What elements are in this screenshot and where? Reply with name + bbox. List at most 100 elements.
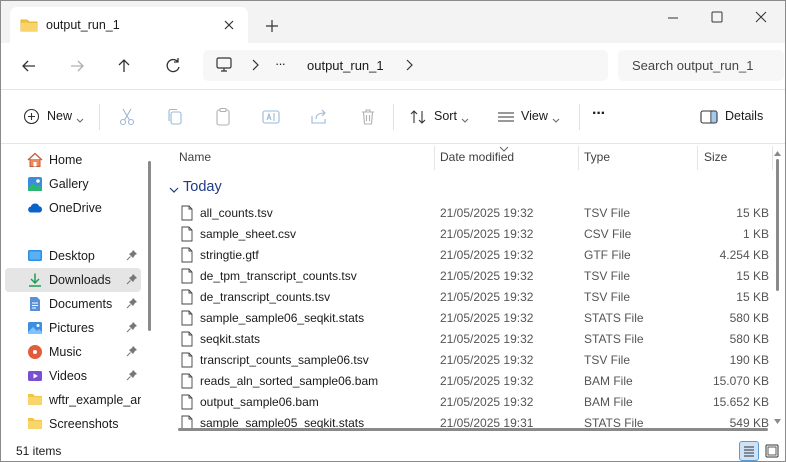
pin-icon[interactable] [126,369,138,384]
file-size: 15.070 KB [712,374,769,388]
file-name: transcript_counts_sample06.tsv [200,353,369,367]
scroll-up-arrow-icon[interactable] [773,146,782,160]
up-arrow-icon[interactable] [111,53,137,79]
sidebar-scrollbar[interactable] [148,161,151,331]
search-placeholder: Search output_run_1 [632,58,754,73]
address-bar[interactable]: ··· output_run_1 [203,50,608,81]
tab-output-run-1[interactable]: output_run_1 [10,7,248,43]
file-type: BAM File [584,374,633,388]
this-pc-icon[interactable] [215,57,233,76]
tiles-view-icon[interactable] [762,441,782,461]
column-header-size[interactable]: Size [704,150,727,164]
file-name: all_counts.tsv [200,206,273,220]
sidebar-item-onedrive[interactable]: OneDrive [5,196,141,220]
file-date: 21/05/2025 19:32 [440,311,534,325]
pin-icon[interactable] [126,321,138,336]
sidebar-item-gallery[interactable]: Gallery [5,172,141,196]
new-tab-icon[interactable] [261,15,283,37]
forward-arrow-icon[interactable] [64,53,90,79]
pictures-icon [27,320,43,336]
sidebar-item-videos[interactable]: Videos [5,364,141,388]
file-name: de_tpm_transcript_counts.tsv [200,269,357,283]
pin-icon[interactable] [126,297,138,312]
file-row[interactable]: reads_aln_sorted_sample06.bam 21/05/2025… [175,371,775,392]
maximize-icon[interactable] [695,7,739,29]
column-divider[interactable] [697,146,698,170]
file-icon [181,394,193,413]
sidebar-item-desktop[interactable]: Desktop [5,244,141,268]
close-tab-icon[interactable] [220,16,238,34]
sidebar-item-screenshots[interactable]: Screenshots [5,412,141,436]
column-header-type[interactable]: Type [584,150,610,164]
file-icon [181,205,193,224]
file-date: 21/05/2025 19:32 [440,290,534,304]
horizontal-scrollbar[interactable] [178,428,768,431]
file-name: stringtie.gtf [200,248,259,262]
more-options-button[interactable]: ··· [591,104,611,130]
sidebar-item-documents[interactable]: Documents [5,292,141,316]
file-date: 21/05/2025 19:32 [440,374,534,388]
file-row[interactable]: all_counts.tsv 21/05/2025 19:32 TSV File… [175,203,775,224]
music-icon [27,344,43,360]
close-window-icon[interactable] [739,7,783,29]
file-icon [181,310,193,329]
column-divider[interactable] [578,146,579,170]
paste-icon[interactable] [213,107,233,130]
pin-icon[interactable] [126,249,138,264]
pin-icon[interactable] [126,273,138,288]
scroll-down-arrow-icon[interactable] [773,414,782,428]
file-size: 4.254 KB [719,248,769,262]
sidebar-item-home[interactable]: Home [5,148,141,172]
file-icon [181,268,193,287]
chevron-right-icon[interactable] [251,59,259,74]
vertical-scrollbar[interactable] [776,159,779,291]
pin-icon[interactable] [126,345,138,360]
file-date: 21/05/2025 19:32 [440,269,534,283]
file-row[interactable]: stringtie.gtf 21/05/2025 19:32 GTF File … [175,245,775,266]
file-size: 15 KB [736,206,769,220]
sidebar-item-downloads[interactable]: Downloads [5,268,141,292]
refresh-icon[interactable] [160,53,186,79]
file-name: sample_sheet.csv [200,227,297,241]
cut-icon[interactable] [117,107,137,130]
column-header-name[interactable]: Name [179,150,211,164]
details-view-icon[interactable] [739,441,759,461]
search-input[interactable]: Search output_run_1 [618,50,784,81]
new-button[interactable]: New [19,104,89,130]
path-overflow-button[interactable]: ··· [275,56,286,71]
column-divider[interactable] [434,146,435,170]
sidebar-item-wftr-example[interactable]: wftr_example_ana [5,388,141,412]
file-type: STATS File [584,332,644,346]
divider [393,104,394,130]
sort-button[interactable]: Sort [407,104,473,130]
file-date: 21/05/2025 19:32 [440,395,534,409]
file-type: TSV File [584,269,631,283]
file-size: 15 KB [736,290,769,304]
sidebar-item-music[interactable]: Music [5,340,141,364]
new-label: New [47,109,73,123]
sidebar-item-pictures[interactable]: Pictures [5,316,141,340]
file-icon [181,226,193,245]
file-row[interactable]: sample_sheet.csv 21/05/2025 19:32 CSV Fi… [175,224,775,245]
file-row[interactable]: output_sample06.bam 21/05/2025 19:32 BAM… [175,392,775,413]
share-icon[interactable] [309,107,329,130]
file-row[interactable]: transcript_counts_sample06.tsv 21/05/202… [175,350,775,371]
folder-icon [27,392,43,408]
copy-icon[interactable] [165,107,185,130]
chevron-right-icon[interactable] [405,59,413,74]
details-button[interactable]: Details [699,104,767,130]
file-row[interactable]: sample_sample06_seqkit.stats 21/05/2025 … [175,308,775,329]
file-row[interactable]: seqkit.stats 21/05/2025 19:32 STATS File… [175,329,775,350]
file-row[interactable]: de_tpm_transcript_counts.tsv 21/05/2025 … [175,266,775,287]
file-type: GTF File [584,248,631,262]
column-header-date[interactable]: Date modified [440,150,514,164]
minimize-icon[interactable] [651,7,695,29]
group-label: Today [183,179,222,195]
delete-icon[interactable] [358,107,378,130]
view-button[interactable]: View [495,104,565,130]
back-arrow-icon[interactable] [16,53,42,79]
breadcrumb-output-run-1[interactable]: output_run_1 [307,58,384,73]
file-date: 21/05/2025 19:32 [440,206,534,220]
file-row[interactable]: de_transcript_counts.tsv 21/05/2025 19:3… [175,287,775,308]
rename-icon[interactable] [261,107,281,130]
